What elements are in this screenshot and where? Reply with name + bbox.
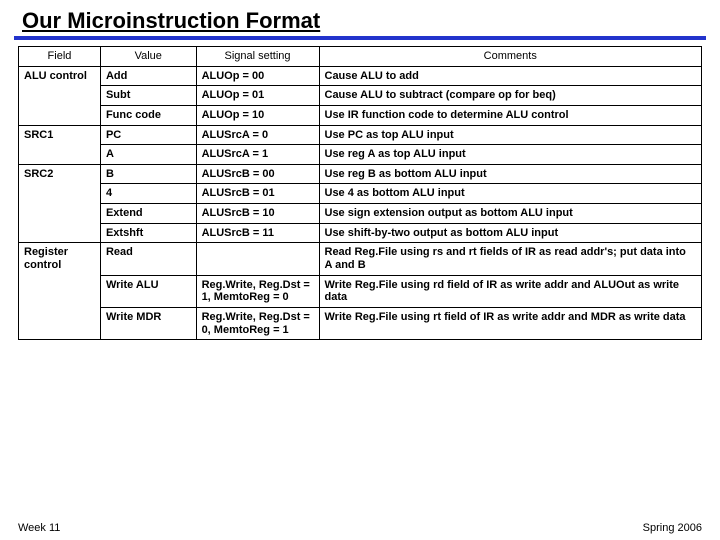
cell-signal: Reg.Write, Reg.Dst = 0, MemtoReg = 1 xyxy=(196,307,319,339)
cell-signal: ALUSrcB = 10 xyxy=(196,204,319,224)
cell-signal: ALUSrcB = 01 xyxy=(196,184,319,204)
cell-comment: Cause ALU to add xyxy=(319,66,702,86)
footer: Week 11 Spring 2006 xyxy=(0,522,720,534)
cell-comment: Read Reg.File using rs and rt fields of … xyxy=(319,243,702,275)
cell-value: Read xyxy=(100,243,196,275)
cell-signal: Reg.Write, Reg.Dst = 1, MemtoReg = 0 xyxy=(196,275,319,307)
cell-value: A xyxy=(100,145,196,165)
cell-value: PC xyxy=(100,125,196,145)
table-row: ExtshftALUSrcB = 11Use shift-by-two outp… xyxy=(19,223,702,243)
cell-value: Extshft xyxy=(100,223,196,243)
footer-right: Spring 2006 xyxy=(643,522,702,534)
cell-signal: ALUOp = 01 xyxy=(196,86,319,106)
table-row: Write ALUReg.Write, Reg.Dst = 1, MemtoRe… xyxy=(19,275,702,307)
table-row: ALU controlAddALUOp = 00Cause ALU to add xyxy=(19,66,702,86)
cell-value: B xyxy=(100,164,196,184)
cell-field: SRC2 xyxy=(19,164,101,243)
cell-signal xyxy=(196,243,319,275)
cell-signal: ALUSrcA = 0 xyxy=(196,125,319,145)
cell-value: Func code xyxy=(100,105,196,125)
cell-signal: ALUSrcA = 1 xyxy=(196,145,319,165)
cell-comment: Use sign extension output as bottom ALU … xyxy=(319,204,702,224)
table-row: Write MDRReg.Write, Reg.Dst = 0, MemtoRe… xyxy=(19,307,702,339)
cell-value: Write ALU xyxy=(100,275,196,307)
cell-value: 4 xyxy=(100,184,196,204)
cell-comment: Use shift-by-two output as bottom ALU in… xyxy=(319,223,702,243)
cell-field: SRC1 xyxy=(19,125,101,164)
microinstruction-table: Field Value Signal setting Comments ALU … xyxy=(18,46,702,340)
cell-comment: Write Reg.File using rt field of IR as w… xyxy=(319,307,702,339)
cell-field: Register control xyxy=(19,243,101,340)
cell-value: Add xyxy=(100,66,196,86)
cell-signal: ALUOp = 00 xyxy=(196,66,319,86)
table-row: Register controlReadRead Reg.File using … xyxy=(19,243,702,275)
cell-comment: Cause ALU to subtract (compare op for be… xyxy=(319,86,702,106)
footer-left: Week 11 xyxy=(18,522,60,534)
cell-comment: Write Reg.File using rd field of IR as w… xyxy=(319,275,702,307)
table-header-row: Field Value Signal setting Comments xyxy=(19,47,702,67)
cell-value: Subt xyxy=(100,86,196,106)
table-row: 4ALUSrcB = 01Use 4 as bottom ALU input xyxy=(19,184,702,204)
col-signal: Signal setting xyxy=(196,47,319,67)
page-title: Our Microinstruction Format xyxy=(0,0,720,36)
title-rule xyxy=(14,36,706,40)
table-row: SRC1PCALUSrcA = 0Use PC as top ALU input xyxy=(19,125,702,145)
table-row: SubtALUOp = 01Cause ALU to subtract (com… xyxy=(19,86,702,106)
table-row: Func codeALUOp = 10Use IR function code … xyxy=(19,105,702,125)
table-row: SRC2BALUSrcB = 00Use reg B as bottom ALU… xyxy=(19,164,702,184)
cell-signal: ALUSrcB = 11 xyxy=(196,223,319,243)
cell-comment: Use 4 as bottom ALU input xyxy=(319,184,702,204)
cell-comment: Use reg A as top ALU input xyxy=(319,145,702,165)
cell-value: Extend xyxy=(100,204,196,224)
col-field: Field xyxy=(19,47,101,67)
cell-signal: ALUSrcB = 00 xyxy=(196,164,319,184)
col-comments: Comments xyxy=(319,47,702,67)
cell-signal: ALUOp = 10 xyxy=(196,105,319,125)
cell-comment: Use IR function code to determine ALU co… xyxy=(319,105,702,125)
cell-value: Write MDR xyxy=(100,307,196,339)
table-row: AALUSrcA = 1Use reg A as top ALU input xyxy=(19,145,702,165)
table-row: ExtendALUSrcB = 10Use sign extension out… xyxy=(19,204,702,224)
cell-comment: Use PC as top ALU input xyxy=(319,125,702,145)
cell-field: ALU control xyxy=(19,66,101,125)
col-value: Value xyxy=(100,47,196,67)
cell-comment: Use reg B as bottom ALU input xyxy=(319,164,702,184)
